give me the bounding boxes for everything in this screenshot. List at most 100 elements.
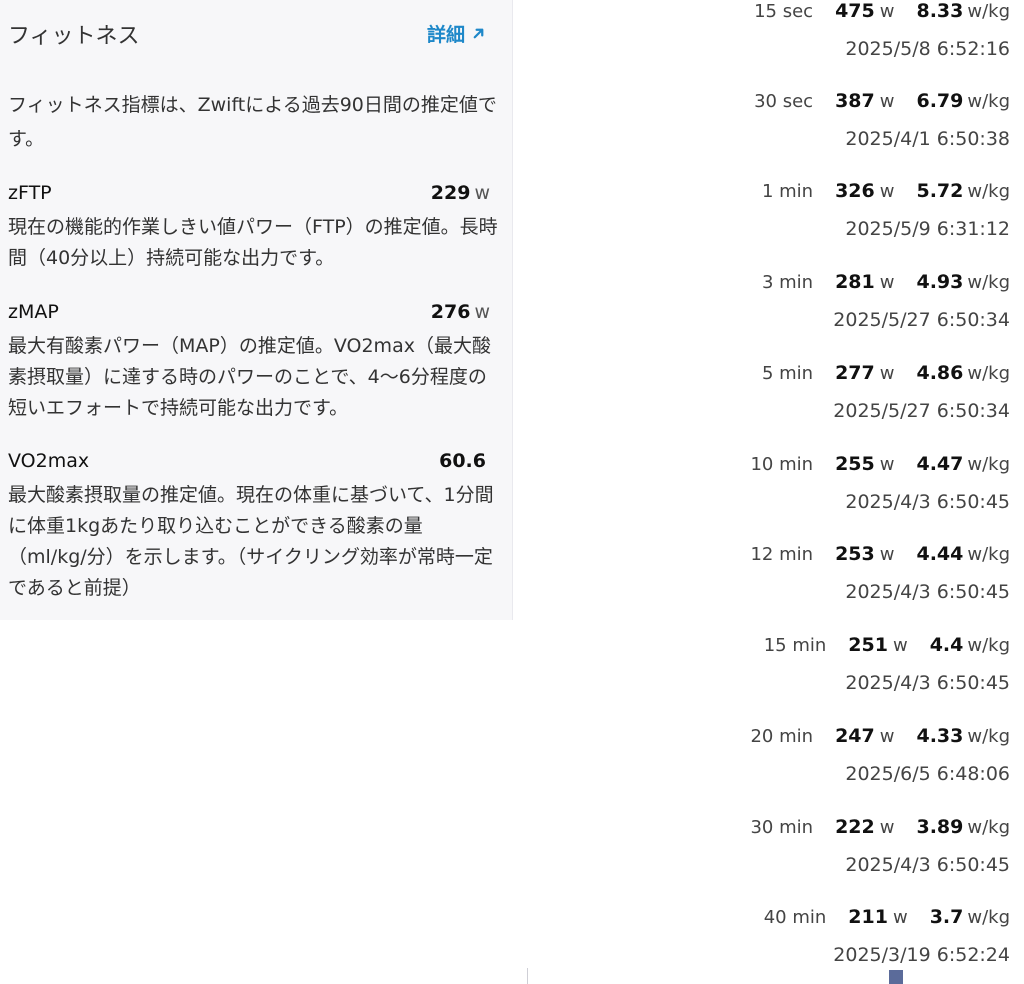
watts-value: 281 (835, 271, 875, 293)
metric-name: zMAP (8, 301, 59, 323)
power-row: 3 min 281 w 4.93 w/kg 2025/5/27 6:50:34 (530, 271, 1010, 337)
watts-unit: w (879, 726, 895, 747)
watts-unit: w (892, 635, 908, 656)
details-label: 詳細 (426, 24, 465, 46)
metric-zmap: zMAP 276 w 最大有酸素パワー（MAP）の推定値。VO2max（最大酸素摂… (8, 301, 491, 424)
watts-value: 277 (835, 362, 875, 384)
watts-value: 255 (835, 453, 875, 475)
fitness-panel: フィットネス 詳細 フィットネス指標は、Zwiftによる過去90日間の推定値です… (0, 0, 513, 620)
record-timestamp: 2025/5/27 6:50:34 (833, 309, 1010, 331)
wkg-unit: w/kg (967, 181, 1010, 202)
duration-label: 30 sec (754, 91, 814, 112)
wkg-unit: w/kg (967, 272, 1010, 293)
power-row: 40 min 211 w 3.7 w/kg 2025/3/19 6:52:24 (530, 906, 1010, 972)
power-row: 15 sec 475 w 8.33 w/kg 2025/5/8 6:52:16 (530, 0, 1010, 66)
fitness-title: フィットネス (8, 24, 140, 49)
watts-value: 475 (835, 0, 875, 22)
watts-unit: w (879, 544, 895, 565)
duration-label: 20 min (750, 726, 814, 747)
wkg-value: 5.72 (916, 180, 964, 202)
watts-value: 247 (835, 725, 875, 747)
watts-unit: w (879, 1, 895, 22)
record-timestamp: 2025/4/3 6:50:45 (845, 672, 1010, 694)
watts-unit: w (892, 907, 908, 928)
metric-description: 最大酸素摂取量の推定値。現在の体重に基づいて、1分間に体重1kgあたり取り込むこ… (8, 484, 494, 599)
record-timestamp: 2025/5/27 6:50:34 (833, 400, 1010, 422)
watts-unit: w (879, 272, 895, 293)
watts-value: 253 (835, 543, 875, 565)
watts-unit: w (879, 454, 895, 475)
wkg-value: 4.33 (916, 725, 964, 747)
watts-unit: w (879, 817, 895, 838)
metric-unit: w (474, 301, 490, 323)
record-timestamp: 2025/4/3 6:50:45 (845, 491, 1010, 513)
watts-value: 387 (835, 90, 875, 112)
record-timestamp: 2025/4/3 6:50:45 (845, 854, 1010, 876)
power-row: 12 min 253 w 4.44 w/kg 2025/4/3 6:50:45 (530, 543, 1010, 609)
metric-zftp: zFTP 229 w 現在の機能的作業しきい値パワー（FTP）の推定値。長時間（4… (8, 182, 498, 274)
duration-label: 15 min (763, 635, 827, 656)
divider (527, 968, 528, 984)
duration-label: 10 min (750, 454, 814, 475)
metric-name: zFTP (8, 182, 52, 204)
wkg-value: 8.33 (916, 0, 964, 22)
metric-value: 60.6 (439, 450, 486, 472)
duration-label: 15 sec (754, 1, 814, 22)
arrow-up-right-icon (473, 28, 484, 39)
power-row: 5 min 277 w 4.86 w/kg 2025/5/27 6:50:34 (530, 362, 1010, 428)
wkg-value: 3.89 (916, 816, 964, 838)
metric-vo2max: VO2max 60.6 最大酸素摂取量の推定値。現在の体重に基づいて、1分間に体… (8, 450, 494, 604)
wkg-value: 3.7 (929, 906, 964, 928)
record-timestamp: 2025/4/1 6:50:38 (845, 128, 1010, 150)
power-row: 30 min 222 w 3.89 w/kg 2025/4/3 6:50:45 (530, 816, 1010, 882)
record-timestamp: 2025/3/19 6:52:24 (833, 944, 1010, 966)
fitness-intro: フィットネス指標は、Zwiftによる過去90日間の推定値です。 (8, 94, 497, 150)
watts-unit: w (879, 91, 895, 112)
power-row: 20 min 247 w 4.33 w/kg 2025/6/5 6:48:06 (530, 725, 1010, 791)
scrollbar-thumb[interactable] (889, 970, 903, 984)
power-row: 30 sec 387 w 6.79 w/kg 2025/4/1 6:50:38 (530, 90, 1010, 156)
wkg-unit: w/kg (967, 635, 1010, 656)
record-timestamp: 2025/4/3 6:50:45 (845, 581, 1010, 603)
wkg-value: 4.47 (916, 453, 964, 475)
metric-description: 現在の機能的作業しきい値パワー（FTP）の推定値。長時間（40分以上）持続可能な… (8, 216, 498, 269)
duration-label: 5 min (761, 363, 814, 384)
wkg-unit: w/kg (967, 817, 1010, 838)
duration-label: 1 min (761, 181, 814, 202)
power-row: 1 min 326 w 5.72 w/kg 2025/5/9 6:31:12 (530, 180, 1010, 246)
wkg-value: 4.4 (929, 634, 964, 656)
watts-value: 211 (848, 906, 888, 928)
metric-description: 最大有酸素パワー（MAP）の推定値。VO2max（最大酸素摂取量）に達する時のパ… (8, 335, 491, 419)
watts-value: 222 (835, 816, 875, 838)
wkg-value: 4.93 (916, 271, 964, 293)
power-row: 10 min 255 w 4.47 w/kg 2025/4/3 6:50:45 (530, 453, 1010, 519)
duration-label: 30 min (750, 817, 814, 838)
wkg-unit: w/kg (967, 91, 1010, 112)
duration-label: 40 min (763, 907, 827, 928)
wkg-unit: w/kg (967, 726, 1010, 747)
metric-value: 276 (430, 301, 471, 323)
duration-label: 3 min (761, 272, 814, 293)
record-timestamp: 2025/6/5 6:48:06 (845, 763, 1010, 785)
record-timestamp: 2025/5/9 6:31:12 (845, 218, 1010, 240)
duration-label: 12 min (750, 544, 814, 565)
wkg-value: 4.86 (916, 362, 964, 384)
wkg-unit: w/kg (967, 1, 1010, 22)
details-link[interactable]: 詳細 (427, 20, 486, 47)
power-curve-list: 15 sec 475 w 8.33 w/kg 2025/5/8 6:52:16 30… (516, 0, 1024, 970)
record-timestamp: 2025/5/8 6:52:16 (845, 38, 1010, 60)
watts-unit: w (879, 363, 895, 384)
watts-value: 251 (848, 634, 888, 656)
wkg-unit: w/kg (967, 454, 1010, 475)
wkg-unit: w/kg (967, 544, 1010, 565)
wkg-value: 6.79 (916, 90, 964, 112)
metric-name: VO2max (8, 450, 90, 472)
watts-unit: w (879, 181, 895, 202)
wkg-unit: w/kg (967, 363, 1010, 384)
wkg-unit: w/kg (967, 907, 1010, 928)
metric-unit: w (474, 182, 490, 204)
watts-value: 326 (835, 180, 875, 202)
power-row: 15 min 251 w 4.4 w/kg 2025/4/3 6:50:45 (530, 634, 1010, 700)
metric-value: 229 (430, 182, 471, 204)
wkg-value: 4.44 (916, 543, 964, 565)
